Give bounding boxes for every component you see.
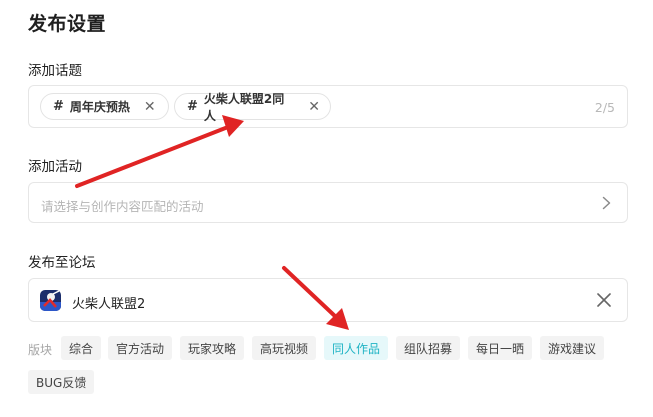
category-tab-daily-share[interactable]: 每日一晒 [468, 336, 533, 360]
topic-chip[interactable]: # 火柴人联盟2同人 ✕ [174, 92, 331, 123]
topic-chip-label: 周年庆预热 [69, 100, 130, 114]
category-tab-videos[interactable]: 高玩视频 [252, 336, 317, 360]
category-tab-guides[interactable]: 玩家攻略 [180, 336, 245, 360]
category-tab-team-recruit[interactable]: 组队招募 [396, 336, 461, 360]
forum-label: 发布至论坛 [28, 255, 96, 271]
close-icon[interactable]: ✕ [308, 100, 320, 114]
activity-label: 添加活动 [28, 159, 82, 175]
close-icon[interactable] [597, 293, 611, 307]
page-title: 发布设置 [28, 13, 107, 35]
close-icon[interactable]: ✕ [144, 100, 156, 114]
activity-placeholder: 请选择与创作内容匹配的活动 [41, 199, 204, 214]
game-icon [40, 290, 61, 311]
topics-label: 添加话题 [28, 63, 82, 79]
chevron-right-icon [602, 196, 611, 210]
activity-select[interactable]: 请选择与创作内容匹配的活动 [28, 182, 628, 223]
hashtag-icon: # [187, 99, 198, 114]
forum-select[interactable]: 火柴人联盟2 [28, 278, 628, 322]
forum-name: 火柴人联盟2 [72, 297, 146, 312]
topic-chip-label: 火柴人联盟2同人 [203, 91, 285, 123]
category-tab-suggestions[interactable]: 游戏建议 [540, 336, 605, 360]
category-tab-bug-report[interactable]: BUG反馈 [28, 370, 95, 394]
topic-counter: 2/5 [594, 100, 615, 115]
category-label: 版块 [28, 343, 53, 357]
hashtag-icon: # [53, 99, 64, 114]
topics-field[interactable]: # 周年庆预热 ✕ # 火柴人联盟2同人 ✕ 2/5 [28, 85, 628, 128]
category-tab-official-events[interactable]: 官方活动 [108, 336, 173, 360]
topic-chip[interactable]: # 周年庆预热 ✕ [40, 93, 169, 120]
category-tab-fan-works[interactable]: 同人作品 [324, 336, 389, 360]
category-tab-general[interactable]: 综合 [61, 336, 102, 360]
